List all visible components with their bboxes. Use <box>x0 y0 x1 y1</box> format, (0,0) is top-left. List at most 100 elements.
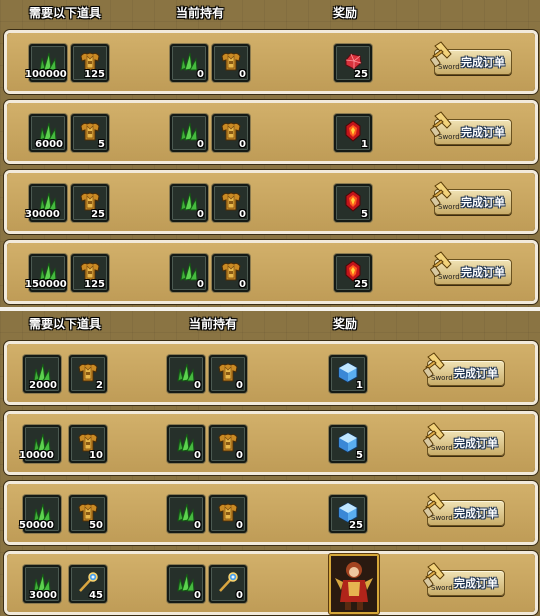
complete-order-button[interactable]: 完成订单 Sword <box>427 360 505 386</box>
item-slot[interactable]: 1 <box>329 355 367 393</box>
complete-order-button[interactable]: 完成订单 Sword <box>427 500 505 526</box>
header-reward: 奖励 <box>332 317 357 331</box>
item-count: 50 <box>89 520 103 531</box>
item-slot[interactable]: 0 <box>209 425 247 463</box>
item-count: 0 <box>194 590 201 601</box>
order-row: 100000 125 0 0 25 完成订单 Sword <box>4 30 538 94</box>
item-slot[interactable]: 1 <box>334 114 372 152</box>
item-count: 0 <box>236 520 243 531</box>
item-slot[interactable]: 0 <box>212 114 250 152</box>
header-reward: 奖励 <box>332 6 357 20</box>
item-count: 0 <box>239 209 246 220</box>
item-slot[interactable]: 0 <box>209 565 247 603</box>
item-slot[interactable]: 25 <box>71 184 109 222</box>
header-required: 需要以下道具 <box>28 317 101 331</box>
item-slot[interactable]: 0 <box>170 114 208 152</box>
item-slot[interactable]: 5 <box>334 184 372 222</box>
complete-order-label: 完成订单 <box>461 56 505 69</box>
complete-order-button[interactable]: 完成订单 Sword <box>427 570 505 596</box>
item-slot[interactable]: 0 <box>212 184 250 222</box>
item-count: 1 <box>361 139 368 150</box>
item-count: 100000 <box>25 69 67 80</box>
item-slot[interactable]: 0 <box>167 355 205 393</box>
item-slot[interactable]: 5 <box>71 114 109 152</box>
item-slot[interactable]: 2000 <box>23 355 61 393</box>
complete-order-button[interactable]: 完成订单 Sword <box>434 119 512 145</box>
item-slot[interactable]: 0 <box>170 184 208 222</box>
item-slot[interactable]: 2 <box>69 355 107 393</box>
complete-order-label: 完成订单 <box>454 507 498 520</box>
item-slot[interactable]: 10 <box>69 425 107 463</box>
sword-caption: Sword <box>431 444 453 452</box>
order-row: 30000 25 0 0 5 完成订单 Sword <box>4 170 538 234</box>
item-count: 0 <box>239 139 246 150</box>
item-slot[interactable]: 25 <box>329 495 367 533</box>
item-count: 0 <box>194 520 201 531</box>
item-slot[interactable]: 30000 <box>25 184 67 222</box>
item-slot[interactable]: 0 <box>212 44 250 82</box>
item-count: 0 <box>236 450 243 461</box>
item-slot[interactable]: 125 <box>71 44 109 82</box>
item-count: 1 <box>356 380 363 391</box>
item-slot[interactable]: 3000 <box>23 565 61 603</box>
sword-caption: Sword <box>431 514 453 522</box>
order-row: 3000 45 0 0 完成订单 Sword <box>4 551 538 615</box>
character-portrait-icon <box>331 556 377 612</box>
item-count: 0 <box>239 279 246 290</box>
item-count: 0 <box>236 380 243 391</box>
item-slot[interactable]: 125 <box>71 254 109 292</box>
item-count: 10 <box>89 450 103 461</box>
item-count: 125 <box>84 279 105 290</box>
complete-order-button[interactable]: 完成订单 Sword <box>434 189 512 215</box>
item-slot[interactable]: 45 <box>69 565 107 603</box>
item-count: 5 <box>356 450 363 461</box>
complete-order-label: 完成订单 <box>454 577 498 590</box>
item-slot[interactable]: 0 <box>167 425 205 463</box>
item-count: 0 <box>197 139 204 150</box>
item-count: 2000 <box>29 380 57 391</box>
item-count: 0 <box>197 69 204 80</box>
header-owned: 当前持有 <box>188 317 237 331</box>
sword-caption: Sword <box>431 374 453 382</box>
item-count: 0 <box>197 209 204 220</box>
item-slot[interactable]: 0 <box>209 355 247 393</box>
item-count: 2 <box>96 380 103 391</box>
item-slot[interactable]: 5 <box>329 425 367 463</box>
item-count: 25 <box>354 279 368 290</box>
complete-order-button[interactable]: 完成订单 Sword <box>434 259 512 285</box>
item-count: 30000 <box>25 209 60 220</box>
item-slot[interactable]: 6000 <box>29 114 67 152</box>
complete-order-label: 完成订单 <box>454 437 498 450</box>
item-slot[interactable]: 0 <box>209 495 247 533</box>
complete-order-label: 完成订单 <box>454 367 498 380</box>
order-row: 6000 5 0 0 1 完成订单 Sword <box>4 100 538 164</box>
item-slot[interactable]: 0 <box>167 495 205 533</box>
sword-caption: Sword <box>438 133 460 141</box>
complete-order-label: 完成订单 <box>461 126 505 139</box>
header-owned: 当前持有 <box>175 6 224 20</box>
complete-order-button[interactable]: 完成订单 Sword <box>427 430 505 456</box>
item-slot[interactable]: 10000 <box>19 425 61 463</box>
item-slot[interactable]: 0 <box>212 254 250 292</box>
item-count: 5 <box>361 209 368 220</box>
item-count: 0 <box>236 590 243 601</box>
sword-caption: Sword <box>431 584 453 592</box>
complete-order-button[interactable]: 完成订单 Sword <box>434 49 512 75</box>
item-slot[interactable]: 100000 <box>25 44 67 82</box>
item-count: 150000 <box>25 279 67 290</box>
item-slot[interactable]: 50000 <box>19 495 61 533</box>
item-slot[interactable]: 0 <box>170 254 208 292</box>
item-slot[interactable]: 50 <box>69 495 107 533</box>
sword-caption: Sword <box>438 203 460 211</box>
item-slot[interactable]: 0 <box>167 565 205 603</box>
item-slot[interactable]: 25 <box>334 44 372 82</box>
item-count: 125 <box>84 69 105 80</box>
item-count: 0 <box>239 69 246 80</box>
item-slot[interactable]: 150000 <box>25 254 67 292</box>
item-slot[interactable]: 25 <box>334 254 372 292</box>
item-count: 25 <box>91 209 105 220</box>
header-required: 需要以下道具 <box>28 6 101 20</box>
item-slot[interactable]: 0 <box>170 44 208 82</box>
order-row: 10000 10 0 0 5 完成订单 Sword <box>4 411 538 475</box>
reward-character-slot[interactable] <box>329 554 379 614</box>
